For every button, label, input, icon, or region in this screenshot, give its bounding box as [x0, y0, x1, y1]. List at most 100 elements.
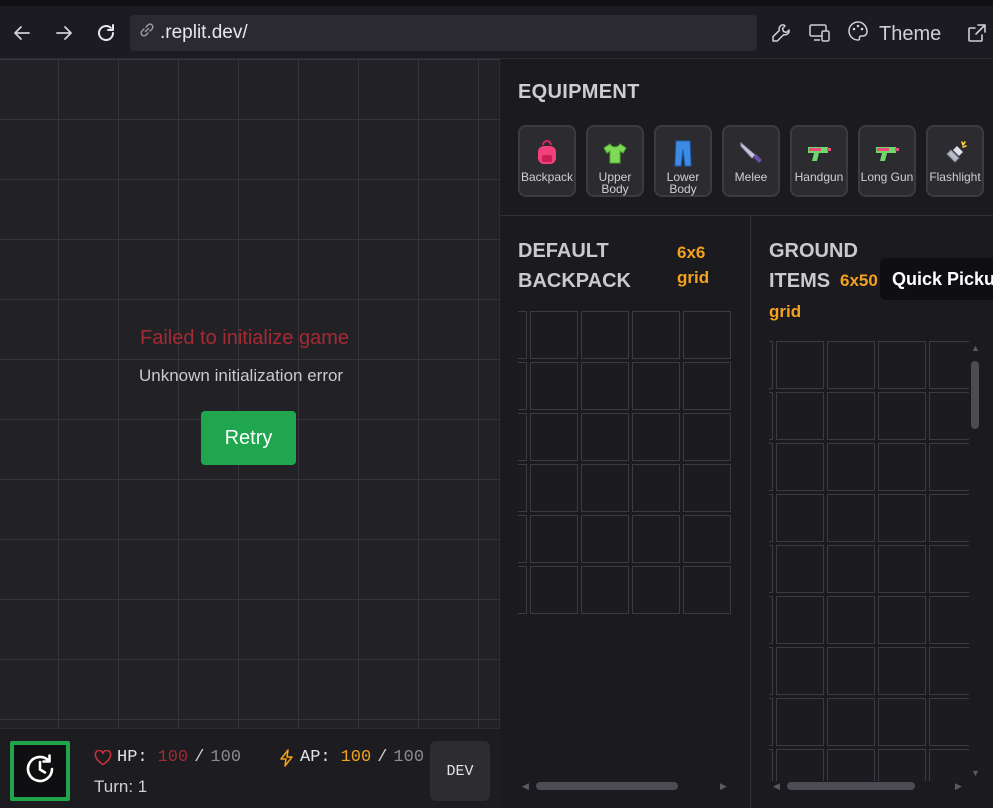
grid-cell[interactable]: [581, 566, 629, 614]
grid-cell[interactable]: [530, 515, 578, 563]
grid-cell[interactable]: [878, 341, 926, 389]
scroll-thumb[interactable]: [971, 361, 979, 429]
grid-cell[interactable]: [518, 464, 527, 512]
grid-cell[interactable]: [769, 443, 773, 491]
grid-cell[interactable]: [776, 647, 824, 695]
grid-cell[interactable]: [518, 413, 527, 461]
back-arrow-icon[interactable]: [9, 20, 35, 46]
grid-cell[interactable]: [683, 362, 731, 410]
slot-upper-body[interactable]: Upper Body: [586, 125, 644, 197]
grid-cell[interactable]: [827, 596, 875, 644]
grid-cell[interactable]: [530, 566, 578, 614]
scroll-thumb[interactable]: [536, 782, 678, 790]
grid-cell[interactable]: [827, 443, 875, 491]
grid-cell[interactable]: [827, 494, 875, 542]
grid-cell[interactable]: [769, 341, 773, 389]
theme-button[interactable]: Theme: [847, 20, 941, 48]
grid-cell[interactable]: [632, 362, 680, 410]
grid-cell[interactable]: [683, 515, 731, 563]
grid-cell[interactable]: [581, 413, 629, 461]
slot-long-gun[interactable]: Long Gun: [858, 125, 916, 197]
grid-cell[interactable]: [769, 545, 773, 593]
forward-arrow-icon[interactable]: [51, 20, 77, 46]
reload-icon[interactable]: [93, 20, 119, 46]
scroll-thumb[interactable]: [787, 782, 915, 790]
grid-cell[interactable]: [683, 464, 731, 512]
slot-handgun[interactable]: Handgun: [790, 125, 848, 197]
grid-cell[interactable]: [632, 413, 680, 461]
grid-cell[interactable]: [929, 545, 969, 593]
grid-cell[interactable]: [769, 647, 773, 695]
grid-cell[interactable]: [769, 596, 773, 644]
grid-cell[interactable]: [632, 515, 680, 563]
grid-cell[interactable]: [878, 494, 926, 542]
grid-cell[interactable]: [581, 362, 629, 410]
grid-cell[interactable]: [929, 596, 969, 644]
grid-cell[interactable]: [683, 413, 731, 461]
backpack-grid[interactable]: [518, 311, 732, 616]
grid-cell[interactable]: [518, 566, 527, 614]
grid-cell[interactable]: [776, 341, 824, 389]
grid-cell[interactable]: [776, 545, 824, 593]
grid-cell[interactable]: [878, 596, 926, 644]
grid-cell[interactable]: [827, 749, 875, 781]
grid-cell[interactable]: [827, 545, 875, 593]
grid-cell[interactable]: [769, 698, 773, 746]
grid-cell[interactable]: [929, 698, 969, 746]
grid-cell[interactable]: [530, 362, 578, 410]
ground-vertical-scrollbar[interactable]: ▲ ▼: [967, 343, 983, 778]
grid-cell[interactable]: [683, 566, 731, 614]
grid-cell[interactable]: [878, 647, 926, 695]
grid-cell[interactable]: [581, 311, 629, 359]
grid-cell[interactable]: [827, 698, 875, 746]
grid-cell[interactable]: [632, 464, 680, 512]
open-external-icon[interactable]: [964, 20, 990, 46]
grid-cell[interactable]: [769, 494, 773, 542]
grid-cell[interactable]: [632, 311, 680, 359]
grid-cell[interactable]: [581, 515, 629, 563]
slot-flashlight[interactable]: Flashlight: [926, 125, 984, 197]
dev-button[interactable]: DEV: [430, 741, 490, 801]
grid-cell[interactable]: [530, 413, 578, 461]
wrench-icon[interactable]: [768, 20, 794, 46]
backpack-scrollbar[interactable]: ◀ ▶: [522, 779, 730, 793]
grid-cell[interactable]: [769, 392, 773, 440]
end-turn-button[interactable]: [10, 741, 70, 801]
grid-cell[interactable]: [878, 545, 926, 593]
grid-cell[interactable]: [683, 311, 731, 359]
grid-cell[interactable]: [530, 311, 578, 359]
grid-cell[interactable]: [878, 698, 926, 746]
retry-button[interactable]: Retry: [201, 411, 296, 465]
grid-cell[interactable]: [929, 647, 969, 695]
grid-cell[interactable]: [776, 596, 824, 644]
grid-cell[interactable]: [776, 698, 824, 746]
grid-cell[interactable]: [518, 362, 527, 410]
grid-cell[interactable]: [776, 392, 824, 440]
ground-scrollbar[interactable]: ◀ ▶: [773, 779, 965, 793]
slot-lower-body[interactable]: Lower Body: [654, 125, 712, 197]
slot-backpack[interactable]: Backpack: [518, 125, 576, 197]
devices-icon[interactable]: [807, 20, 833, 46]
url-bar[interactable]: .replit.dev/: [130, 15, 757, 51]
grid-cell[interactable]: [878, 443, 926, 491]
grid-cell[interactable]: [878, 392, 926, 440]
grid-cell[interactable]: [827, 392, 875, 440]
grid-cell[interactable]: [632, 566, 680, 614]
grid-cell[interactable]: [530, 464, 578, 512]
grid-cell[interactable]: [929, 749, 969, 781]
grid-cell[interactable]: [878, 749, 926, 781]
grid-cell[interactable]: [518, 311, 527, 359]
grid-cell[interactable]: [929, 443, 969, 491]
grid-cell[interactable]: [929, 341, 969, 389]
grid-cell[interactable]: [518, 515, 527, 563]
grid-cell[interactable]: [776, 749, 824, 781]
ground-grid[interactable]: [769, 341, 969, 781]
grid-cell[interactable]: [581, 464, 629, 512]
grid-cell[interactable]: [776, 443, 824, 491]
grid-cell[interactable]: [827, 341, 875, 389]
slot-melee[interactable]: Melee: [722, 125, 780, 197]
grid-cell[interactable]: [769, 749, 773, 781]
grid-cell[interactable]: [929, 392, 969, 440]
grid-cell[interactable]: [776, 494, 824, 542]
game-canvas[interactable]: Failed to initialize game Unknown initia…: [0, 59, 500, 728]
